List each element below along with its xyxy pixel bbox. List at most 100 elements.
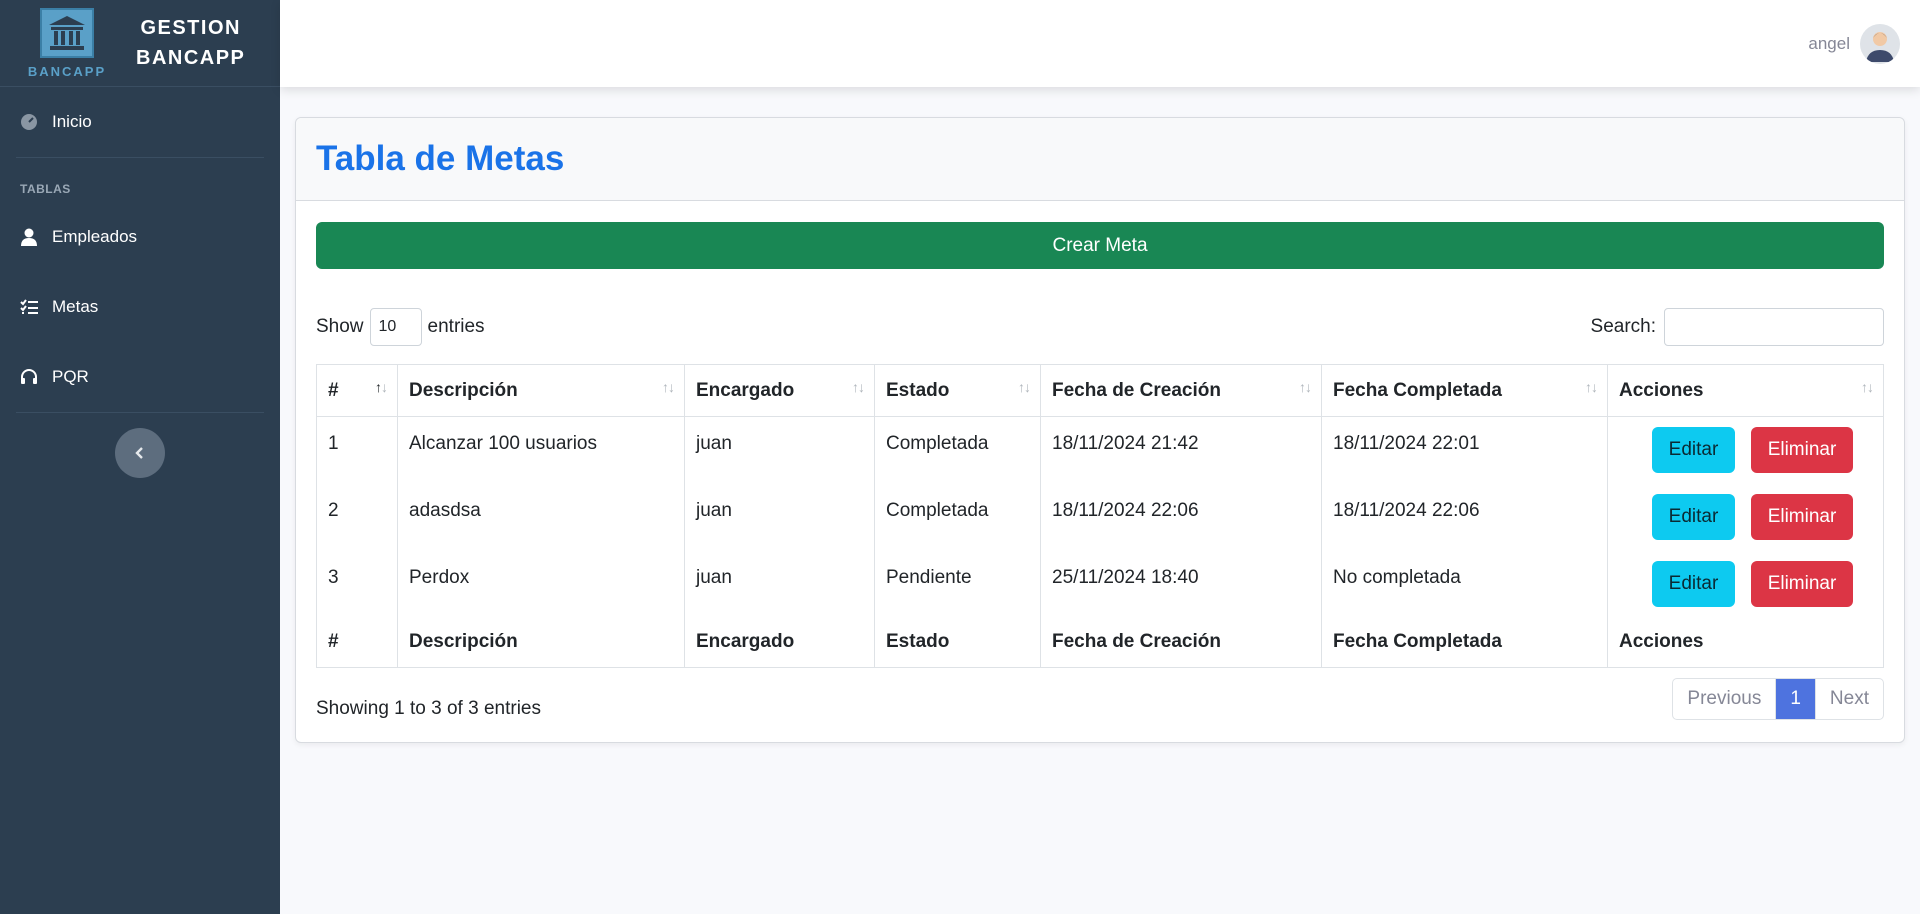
column-label: Descripción — [409, 379, 518, 401]
edit-button[interactable]: Editar — [1652, 493, 1735, 540]
table-header-row: # ↑↓ Descripción ↑↓ Encargado ↑↓ Estado ↑↓ F… — [316, 364, 1884, 417]
footer-label: Fecha de Creación — [1040, 617, 1322, 668]
column-label: Fecha Completada — [1333, 379, 1502, 401]
entries-label: entries — [427, 316, 485, 337]
search-label: Search: — [1590, 316, 1656, 337]
divider — [16, 412, 264, 413]
table-row: 2 adasdsa juan Completada 18/11/2024 22:… — [316, 483, 1884, 551]
cell-encargado: juan — [684, 550, 875, 618]
sort-asc-icon: ↑↓ — [375, 379, 388, 395]
page-length-value: 10 — [378, 318, 397, 335]
column-header[interactable]: Descripción ↑↓ — [397, 364, 685, 417]
card-header: Tabla de Metas — [296, 118, 1904, 201]
gauge-icon — [20, 113, 38, 131]
footer-label: Estado — [874, 617, 1041, 668]
cell-descripcion: Alcanzar 100 usuarios — [397, 416, 685, 484]
footer-label: Encargado — [684, 617, 875, 668]
sidebar-item-inicio[interactable]: Inicio — [0, 87, 280, 157]
table-row: 3 Perdox juan Pendiente 25/11/2024 18:40… — [316, 550, 1884, 618]
list-check-icon — [20, 298, 38, 316]
column-label: Acciones — [1619, 379, 1704, 401]
cell-encargado: juan — [684, 416, 875, 484]
pagination: Previous 1 Next — [1672, 678, 1884, 720]
footer-label: # — [316, 617, 398, 668]
column-label: Encargado — [696, 379, 795, 401]
sidebar-item-label: Empleados — [52, 227, 138, 246]
sidebar-item-metas[interactable]: Metas — [0, 272, 280, 342]
cell-acciones: Editar Eliminar — [1607, 550, 1884, 618]
column-header[interactable]: Encargado ↑↓ — [684, 364, 875, 417]
bank-icon — [40, 7, 94, 58]
cell-fecha-creacion: 18/11/2024 22:06 — [1040, 483, 1322, 551]
cell-descripcion: Perdox — [397, 550, 685, 618]
cell-estado: Completada — [874, 483, 1041, 551]
cell-fecha-completada: 18/11/2024 22:06 — [1321, 483, 1608, 551]
cell-encargado: juan — [684, 483, 875, 551]
avatar[interactable] — [1860, 24, 1900, 64]
cell-estado: Completada — [874, 416, 1041, 484]
search-input[interactable] — [1664, 308, 1884, 346]
sort-icon: ↑↓ — [1861, 379, 1874, 395]
column-header[interactable]: Fecha Completada ↑↓ — [1321, 364, 1608, 417]
table-footer-row: # Descripción Encargado Estado Fecha de … — [316, 617, 1884, 668]
sidebar-item-pqr[interactable]: PQR — [0, 342, 280, 412]
search-control: Search: — [1591, 308, 1884, 346]
delete-button[interactable]: Eliminar — [1751, 560, 1853, 607]
column-header[interactable]: # ↑↓ — [316, 364, 398, 417]
edit-button[interactable]: Editar — [1652, 560, 1735, 607]
column-header[interactable]: Acciones ↑↓ — [1607, 364, 1884, 417]
sort-icon: ↑↓ — [1018, 379, 1031, 395]
previous-page-button[interactable]: Previous — [1673, 679, 1777, 719]
delete-button[interactable]: Eliminar — [1751, 493, 1853, 540]
goals-table: # ↑↓ Descripción ↑↓ Encargado ↑↓ Estado ↑↓ F… — [316, 364, 1884, 668]
column-header[interactable]: Estado ↑↓ — [874, 364, 1041, 417]
sort-icon: ↑↓ — [852, 379, 865, 395]
logo: BANCAPP — [22, 7, 112, 79]
sidebar-toggle-button[interactable] — [115, 428, 165, 478]
column-header[interactable]: Fecha de Creación ↑↓ — [1040, 364, 1322, 417]
topbar: angel — [280, 0, 1920, 87]
cell-estado: Pendiente — [874, 550, 1041, 618]
create-goal-button[interactable]: Crear Meta — [316, 222, 1884, 269]
delete-button[interactable]: Eliminar — [1751, 427, 1853, 473]
sidebar-item-empleados[interactable]: Empleados — [0, 202, 280, 272]
footer-label: Descripción — [397, 617, 685, 668]
sidebar-item-label: PQR — [52, 367, 89, 386]
cell-id: 1 — [316, 416, 398, 484]
cell-fecha-creacion: 25/11/2024 18:40 — [1040, 550, 1322, 618]
column-label: # — [328, 379, 339, 401]
sidebar-item-label: Metas — [52, 297, 99, 316]
cell-fecha-completada: No completada — [1321, 550, 1608, 618]
brand[interactable]: BANCAPP GESTION BANCAPP — [0, 0, 280, 87]
cell-fecha-completada: 18/11/2024 22:01 — [1321, 416, 1608, 484]
cell-id: 3 — [316, 550, 398, 618]
cell-descripcion: adasdsa — [397, 483, 685, 551]
sidebar: BANCAPP GESTION BANCAPP Inicio TABLAS Em… — [0, 0, 280, 914]
cell-acciones: Editar Eliminar — [1607, 416, 1884, 484]
chevron-left-icon — [135, 447, 143, 459]
show-label: Show — [316, 316, 364, 337]
logo-text: BANCAPP — [27, 63, 107, 79]
user-icon — [20, 228, 38, 246]
goals-card: Tabla de Metas Crear Meta Show 10 entrie… — [295, 117, 1905, 743]
brand-title: GESTION BANCAPP — [136, 13, 245, 73]
next-page-button[interactable]: Next — [1814, 679, 1883, 719]
cell-fecha-creacion: 18/11/2024 21:42 — [1040, 416, 1322, 484]
column-label: Estado — [886, 379, 950, 401]
page-title: Tabla de Metas — [316, 139, 565, 178]
page-1-button[interactable]: 1 — [1776, 679, 1815, 719]
edit-button[interactable]: Editar — [1652, 427, 1735, 473]
footer-label: Acciones — [1607, 617, 1884, 668]
page-length-control: Show 10 entries — [316, 308, 485, 346]
sort-icon: ↑↓ — [1585, 379, 1598, 395]
username: angel — [1808, 34, 1850, 53]
sidebar-heading: TABLAS — [20, 182, 71, 196]
column-label: Fecha de Creación — [1052, 379, 1221, 401]
user-menu[interactable]: angel — [1808, 24, 1900, 64]
table-info: Showing 1 to 3 of 3 entries — [316, 698, 541, 719]
page-length-select[interactable]: 10 — [369, 308, 422, 346]
sort-icon: ↑↓ — [1299, 379, 1312, 395]
brand-line-1: GESTION — [140, 17, 241, 39]
footer-label: Fecha Completada — [1321, 617, 1608, 668]
cell-id: 2 — [316, 483, 398, 551]
